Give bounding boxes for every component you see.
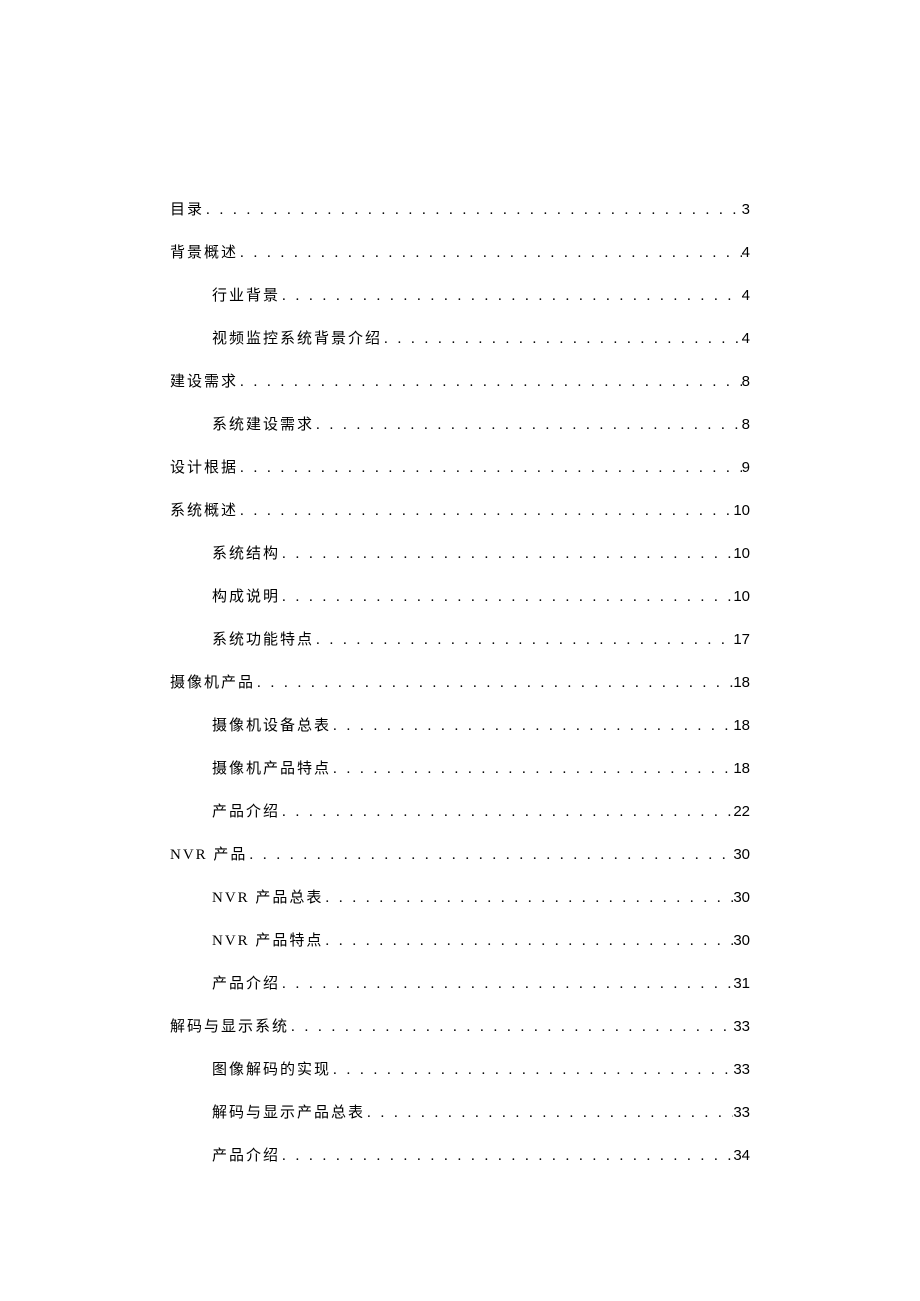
toc-entry: 行业背景. . . . . . . . . . . . . . . . . . … [170, 284, 750, 305]
toc-title: 设计根据 [170, 456, 238, 477]
toc-leader-dots: . . . . . . . . . . . . . . . . . . . . … [238, 374, 742, 391]
toc-leader-dots: . . . . . . . . . . . . . . . . . . . . … [280, 1148, 733, 1165]
toc-entry: 系统功能特点. . . . . . . . . . . . . . . . . … [170, 628, 750, 649]
toc-title: 构成说明 [212, 585, 280, 606]
toc-title: 产品介绍 [212, 1144, 280, 1165]
toc-entry: 摄像机设备总表. . . . . . . . . . . . . . . . .… [170, 714, 750, 735]
toc-entry: 视频监控系统背景介绍. . . . . . . . . . . . . . . … [170, 327, 750, 348]
toc-title: 建设需求 [170, 370, 238, 391]
toc-entry: 产品介绍. . . . . . . . . . . . . . . . . . … [170, 1144, 750, 1165]
toc-leader-dots: . . . . . . . . . . . . . . . . . . . . … [238, 503, 733, 520]
toc-entry: 产品介绍. . . . . . . . . . . . . . . . . . … [170, 800, 750, 821]
toc-entry: 解码与显示系统. . . . . . . . . . . . . . . . .… [170, 1015, 750, 1036]
toc-title: NVR 产品特点 [212, 929, 323, 950]
toc-title: NVR 产品总表 [212, 886, 323, 907]
toc-page-number: 10 [733, 545, 750, 562]
toc-page-number: 9 [742, 459, 750, 476]
toc-title: 图像解码的实现 [212, 1058, 331, 1079]
toc-title: 系统结构 [212, 542, 280, 563]
toc-leader-dots: . . . . . . . . . . . . . . . . . . . . … [247, 847, 733, 864]
toc-leader-dots: . . . . . . . . . . . . . . . . . . . . … [289, 1019, 733, 1036]
toc-title: 摄像机设备总表 [212, 714, 331, 735]
toc-leader-dots: . . . . . . . . . . . . . . . . . . . . … [204, 202, 742, 219]
toc-leader-dots: . . . . . . . . . . . . . . . . . . . . … [331, 718, 733, 735]
toc-page-number: 30 [733, 846, 750, 863]
toc-leader-dots: . . . . . . . . . . . . . . . . . . . . … [323, 890, 733, 907]
toc-entry: 目录. . . . . . . . . . . . . . . . . . . … [170, 198, 750, 219]
toc-leader-dots: . . . . . . . . . . . . . . . . . . . . … [238, 460, 742, 477]
toc-leader-dots: . . . . . . . . . . . . . . . . . . . . … [280, 976, 733, 993]
toc-page-number: 4 [742, 244, 750, 261]
toc-title: 摄像机产品特点 [212, 757, 331, 778]
toc-page-number: 8 [742, 416, 750, 433]
toc-entry: 图像解码的实现. . . . . . . . . . . . . . . . .… [170, 1058, 750, 1079]
toc-title: 系统概述 [170, 499, 238, 520]
toc-page-number: 33 [733, 1104, 750, 1121]
toc-entry: 系统概述. . . . . . . . . . . . . . . . . . … [170, 499, 750, 520]
toc-title: 背景概述 [170, 241, 238, 262]
toc-leader-dots: . . . . . . . . . . . . . . . . . . . . … [255, 675, 733, 692]
toc-entry: 解码与显示产品总表. . . . . . . . . . . . . . . .… [170, 1101, 750, 1122]
toc-page-number: 30 [733, 889, 750, 906]
toc-title: 解码与显示系统 [170, 1015, 289, 1036]
toc-page-number: 18 [733, 760, 750, 777]
toc-title: 目录 [170, 198, 204, 219]
toc-title: 产品介绍 [212, 972, 280, 993]
toc-page-number: 18 [733, 674, 750, 691]
toc-entry: NVR 产品特点. . . . . . . . . . . . . . . . … [170, 929, 750, 950]
toc-title: NVR 产品 [170, 843, 247, 864]
toc-page-number: 8 [742, 373, 750, 390]
toc-entry: 摄像机产品特点. . . . . . . . . . . . . . . . .… [170, 757, 750, 778]
toc-leader-dots: . . . . . . . . . . . . . . . . . . . . … [280, 288, 742, 305]
toc-title: 产品介绍 [212, 800, 280, 821]
toc-leader-dots: . . . . . . . . . . . . . . . . . . . . … [280, 589, 733, 606]
toc-leader-dots: . . . . . . . . . . . . . . . . . . . . … [238, 245, 742, 262]
toc-entry: 设计根据. . . . . . . . . . . . . . . . . . … [170, 456, 750, 477]
toc-leader-dots: . . . . . . . . . . . . . . . . . . . . … [280, 804, 733, 821]
toc-page-number: 33 [733, 1018, 750, 1035]
toc-page-number: 10 [733, 502, 750, 519]
toc-entry: NVR 产品总表. . . . . . . . . . . . . . . . … [170, 886, 750, 907]
toc-title: 视频监控系统背景介绍 [212, 327, 382, 348]
toc-leader-dots: . . . . . . . . . . . . . . . . . . . . … [331, 761, 733, 778]
toc-page-number: 30 [733, 932, 750, 949]
toc-page-number: 10 [733, 588, 750, 605]
toc-entry: 系统建设需求. . . . . . . . . . . . . . . . . … [170, 413, 750, 434]
toc-title: 行业背景 [212, 284, 280, 305]
toc-entry: 摄像机产品. . . . . . . . . . . . . . . . . .… [170, 671, 750, 692]
toc-page-number: 3 [742, 201, 750, 218]
table-of-contents: 目录. . . . . . . . . . . . . . . . . . . … [170, 198, 750, 1165]
toc-entry: 构成说明. . . . . . . . . . . . . . . . . . … [170, 585, 750, 606]
toc-page-number: 4 [742, 330, 750, 347]
toc-leader-dots: . . . . . . . . . . . . . . . . . . . . … [323, 933, 733, 950]
toc-page-number: 34 [733, 1147, 750, 1164]
toc-entry: 建设需求. . . . . . . . . . . . . . . . . . … [170, 370, 750, 391]
toc-entry: 背景概述. . . . . . . . . . . . . . . . . . … [170, 241, 750, 262]
toc-title: 系统建设需求 [212, 413, 314, 434]
toc-entry: 产品介绍. . . . . . . . . . . . . . . . . . … [170, 972, 750, 993]
toc-page-number: 22 [733, 803, 750, 820]
toc-leader-dots: . . . . . . . . . . . . . . . . . . . . … [331, 1062, 733, 1079]
toc-page-number: 33 [733, 1061, 750, 1078]
toc-title: 系统功能特点 [212, 628, 314, 649]
toc-leader-dots: . . . . . . . . . . . . . . . . . . . . … [314, 417, 742, 434]
toc-page-number: 18 [733, 717, 750, 734]
toc-title: 摄像机产品 [170, 671, 255, 692]
toc-entry: NVR 产品. . . . . . . . . . . . . . . . . … [170, 843, 750, 864]
toc-entry: 系统结构. . . . . . . . . . . . . . . . . . … [170, 542, 750, 563]
toc-leader-dots: . . . . . . . . . . . . . . . . . . . . … [365, 1105, 733, 1122]
toc-leader-dots: . . . . . . . . . . . . . . . . . . . . … [314, 632, 733, 649]
toc-title: 解码与显示产品总表 [212, 1101, 365, 1122]
toc-page-number: 31 [733, 975, 750, 992]
toc-page-number: 4 [742, 287, 750, 304]
toc-leader-dots: . . . . . . . . . . . . . . . . . . . . … [280, 546, 733, 563]
toc-leader-dots: . . . . . . . . . . . . . . . . . . . . … [382, 331, 742, 348]
toc-page-number: 17 [733, 631, 750, 648]
